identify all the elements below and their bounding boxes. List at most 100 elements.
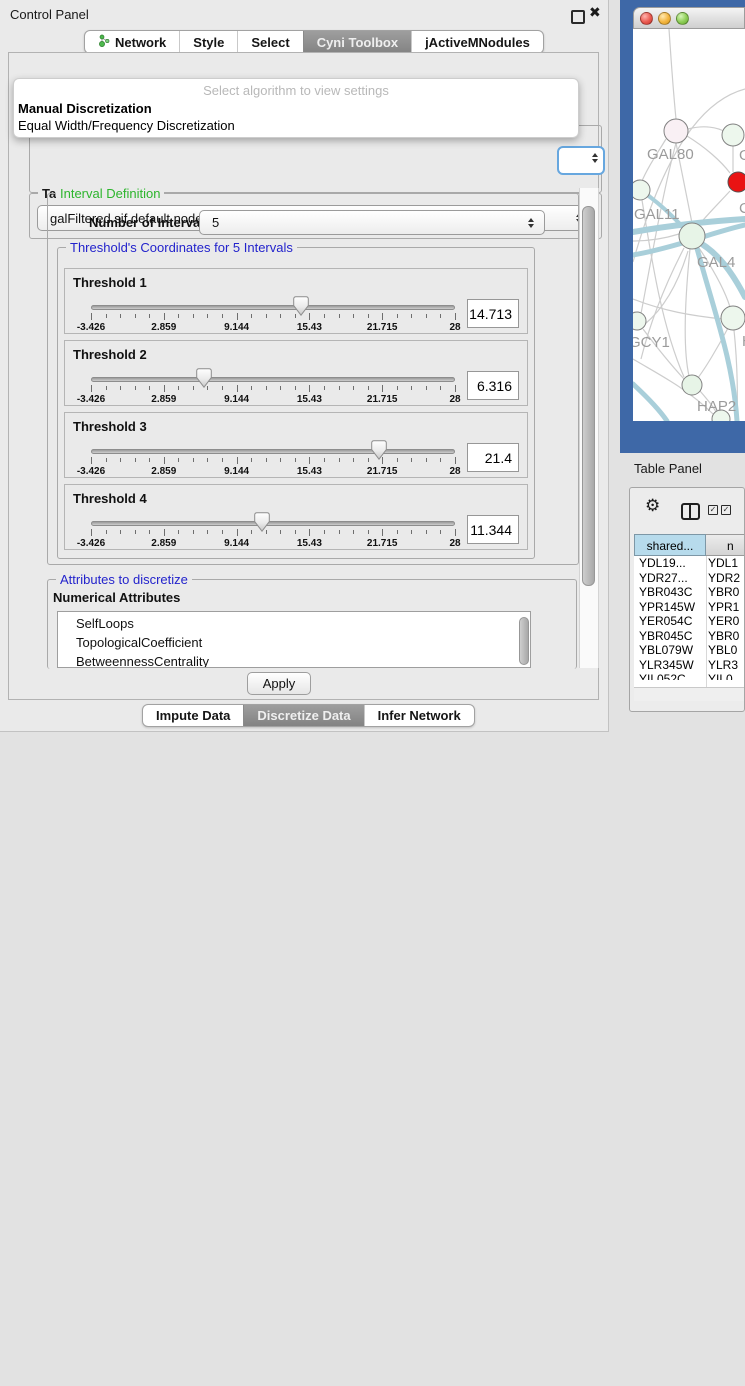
table-row[interactable]: YBR045C YBR0 <box>634 629 744 644</box>
cell-shared-name[interactable]: YER054C <box>639 614 692 629</box>
network-canvas[interactable]: GAL80GGAL11CGAL4GCY1HHAP2 <box>633 29 745 421</box>
network-window-titlebar[interactable] <box>633 7 745 29</box>
slider-tick <box>353 386 354 390</box>
cell-shared-name[interactable]: YBL079W <box>639 643 693 658</box>
table-body[interactable]: YDL19...YDL1YDR27...YDR2YBR043CYBR0YPR14… <box>634 556 744 680</box>
slider-tick <box>295 530 296 534</box>
threshold-2-value-field[interactable]: 6.316 <box>467 371 519 400</box>
close-icon[interactable]: ✖ <box>589 4 601 21</box>
threshold-3-value-field[interactable]: 21.4 <box>467 443 519 472</box>
minimize-traffic-light-icon[interactable] <box>658 12 671 25</box>
cell-name[interactable]: YIL0 <box>708 672 733 680</box>
threshold-3-slider-handle[interactable] <box>371 440 387 460</box>
number-of-intervals-combobox[interactable]: 5 <box>199 210 545 235</box>
slider-tick-label: 15.43 <box>297 322 322 333</box>
tab-infer-network[interactable]: Infer Network <box>364 705 474 726</box>
apply-button[interactable]: Apply <box>247 672 311 695</box>
table-row[interactable]: YIL052C YIL0 <box>634 672 744 680</box>
network-node[interactable] <box>722 124 744 146</box>
threshold-4-slider-handle[interactable] <box>254 512 270 532</box>
threshold-slider[interactable]: -3.4262.8599.14415.4321.71528 <box>91 511 455 549</box>
network-node[interactable] <box>664 119 688 143</box>
algorithm-combobox[interactable] <box>557 146 605 175</box>
network-node[interactable] <box>679 223 705 249</box>
column-layout-icon[interactable] <box>681 503 700 520</box>
threshold-2-slider-handle[interactable] <box>196 368 212 388</box>
attribute-item-betweennesscentrality[interactable]: BetweennessCentrality <box>58 652 530 668</box>
table-row[interactable]: YPR145W YPR1 <box>634 600 744 615</box>
table-row[interactable]: YDR27... YDR2 <box>634 571 744 586</box>
tab-jactivemnodules[interactable]: jActiveMNodules <box>411 31 543 53</box>
float-window-icon[interactable] <box>571 10 585 24</box>
table-row[interactable]: YBL079W YBL0 <box>634 643 744 658</box>
slider-track[interactable] <box>91 449 455 454</box>
slider-track[interactable] <box>91 305 455 310</box>
checkbox-icon[interactable]: ✓ <box>721 505 731 515</box>
network-node[interactable] <box>633 312 646 330</box>
tab-select[interactable]: Select <box>237 31 302 53</box>
table-row[interactable]: YER054C YER0 <box>634 614 744 629</box>
numerical-attributes-list[interactable]: SelfLoopsTopologicalCoefficientBetweenne… <box>57 611 531 668</box>
cell-name[interactable]: YER0 <box>708 614 739 629</box>
threshold-1-value-field[interactable]: 14.713 <box>467 299 519 328</box>
threshold-slider[interactable]: -3.4262.8599.14415.4321.71528 <box>91 295 455 333</box>
attribute-item-selfloops[interactable]: SelfLoops <box>58 614 530 633</box>
slider-track[interactable] <box>91 377 455 382</box>
cell-shared-name[interactable]: YBR043C <box>639 585 692 600</box>
table-row[interactable]: YBR043C YBR0 <box>634 585 744 600</box>
zoom-traffic-light-icon[interactable] <box>676 12 689 25</box>
algorithm-option-equal-width-frequency-discretization[interactable]: Equal Width/Frequency Discretization <box>18 118 235 133</box>
threshold-1-slider-handle[interactable] <box>293 296 309 316</box>
network-node[interactable] <box>633 180 650 200</box>
list-scrollbar-thumb[interactable] <box>519 617 529 665</box>
table-row[interactable]: YLR345W YLR3 <box>634 658 744 673</box>
table-header-shared-name[interactable]: shared... <box>634 534 706 556</box>
attribute-item-topologicalcoefficient[interactable]: TopologicalCoefficient <box>58 633 530 652</box>
threshold-slider[interactable]: -3.4262.8599.14415.4321.71528 <box>91 367 455 405</box>
slider-tick-label: -3.426 <box>77 538 105 549</box>
slider-tick <box>266 458 267 462</box>
slider-tick <box>382 385 383 392</box>
cell-name[interactable]: YBL0 <box>708 643 737 658</box>
slider-tick <box>193 458 194 462</box>
slider-tick <box>106 458 107 462</box>
close-traffic-light-icon[interactable] <box>640 12 653 25</box>
cell-shared-name[interactable]: YPR145W <box>639 600 695 615</box>
tab-label: Impute Data <box>156 708 230 723</box>
threshold-label: Threshold 2 <box>73 347 147 362</box>
main-scrollbar-thumb[interactable] <box>582 206 595 586</box>
threshold-slider[interactable]: -3.4262.8599.14415.4321.71528 <box>91 439 455 477</box>
algorithm-option-manual-discretization[interactable]: Manual Discretization <box>18 101 152 116</box>
cell-shared-name[interactable]: YLR345W <box>639 658 694 673</box>
tab-impute-data[interactable]: Impute Data <box>143 705 243 726</box>
cell-name[interactable]: YDR2 <box>708 571 740 586</box>
slider-track[interactable] <box>91 521 455 526</box>
network-node[interactable] <box>682 375 702 395</box>
table-hscrollbar-track[interactable] <box>634 687 744 701</box>
slider-tick-label: -3.426 <box>77 322 105 333</box>
cell-shared-name[interactable]: YBR045C <box>639 629 692 644</box>
tab-style[interactable]: Style <box>179 31 237 53</box>
table-row[interactable]: YDL19... YDL1 <box>634 556 744 571</box>
cell-shared-name[interactable]: YIL052C <box>639 672 686 680</box>
gear-icon[interactable]: ⚙ <box>645 498 660 515</box>
network-node[interactable] <box>728 172 745 192</box>
cell-name[interactable]: YLR3 <box>708 658 738 673</box>
cell-name[interactable]: YBR0 <box>708 585 739 600</box>
slider-tick <box>426 530 427 534</box>
tab-network[interactable]: Network <box>85 31 179 53</box>
cell-shared-name[interactable]: YDL19... <box>639 556 686 571</box>
cell-name[interactable]: YPR1 <box>708 600 739 615</box>
threshold-4-value-field[interactable]: 11.344 <box>467 515 519 544</box>
cell-name[interactable]: YBR0 <box>708 629 739 644</box>
tab-discretize-data[interactable]: Discretize Data <box>243 705 363 726</box>
slider-tick <box>368 386 369 390</box>
checkbox-icon[interactable]: ✓ <box>708 505 718 515</box>
table-header-name[interactable]: n <box>706 534 744 556</box>
network-node[interactable] <box>721 306 745 330</box>
cell-shared-name[interactable]: YDR27... <box>639 571 688 586</box>
cell-name[interactable]: YDL1 <box>708 556 738 571</box>
slider-tick <box>106 386 107 390</box>
main-scrollbar-track[interactable] <box>579 188 599 668</box>
tab-cyni-toolbox[interactable]: Cyni Toolbox <box>303 31 411 53</box>
